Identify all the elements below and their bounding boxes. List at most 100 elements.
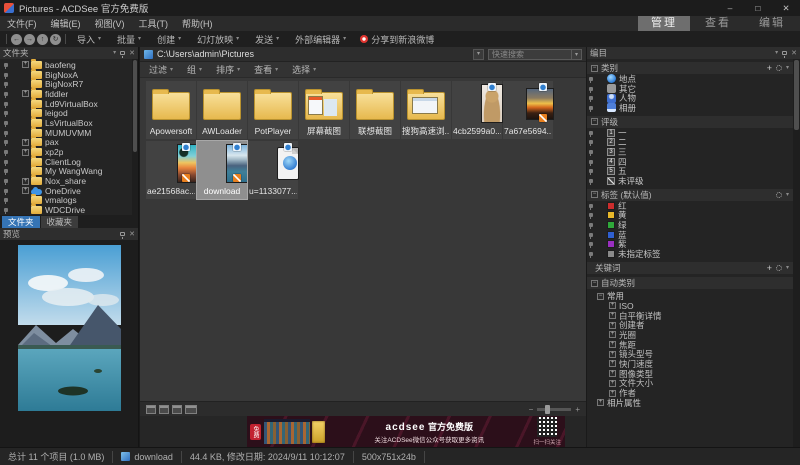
collapse-icon[interactable]: − <box>591 280 598 287</box>
auto-category-item[interactable]: + 快门速度 <box>587 359 793 369</box>
file-tile[interactable]: Apowersoft <box>146 81 196 139</box>
folder-tree-item[interactable]: + fiddler <box>0 89 138 99</box>
easy-select-pin-icon[interactable] <box>589 213 593 217</box>
photo-properties-item[interactable]: + 相片属性 <box>587 398 793 408</box>
folder-tree-item[interactable]: + MUMUVMM <box>0 128 138 138</box>
toolbar-menu-button[interactable]: 幻灯放映 ▾ <box>189 33 247 46</box>
easy-select-pin-icon[interactable] <box>589 223 593 227</box>
toolbar-menu-button[interactable]: 批量 ▾ <box>109 33 149 46</box>
file-tile[interactable]: AWLoader <box>197 81 247 139</box>
file-tile[interactable]: ae21568ac... <box>146 141 196 199</box>
filter-menu-button[interactable]: 排序 ▾ <box>216 63 240 76</box>
easy-select-pin-icon[interactable] <box>4 160 8 164</box>
menu-item[interactable]: 文件(F) <box>0 16 44 31</box>
add-keyword-icon[interactable]: + <box>767 264 772 273</box>
filter-menu-button[interactable]: 过滤 ▾ <box>149 63 173 76</box>
path-dropdown-icon[interactable]: ▾ <box>473 49 484 60</box>
easy-select-pin-icon[interactable] <box>4 189 8 193</box>
expand-icon[interactable]: + <box>609 331 616 338</box>
details-view-icon[interactable] <box>172 405 182 414</box>
close-icon[interactable]: ✕ <box>772 0 800 16</box>
toolbar-menu-button[interactable]: 创建 ▾ <box>149 33 189 46</box>
expand-icon[interactable]: + <box>22 90 29 97</box>
category-item[interactable]: 其它 <box>587 84 793 94</box>
filter-menu-button[interactable]: 查看 ▾ <box>254 63 278 76</box>
auto-hide-pin-icon[interactable] <box>782 51 787 55</box>
easy-select-pin-icon[interactable] <box>4 131 8 135</box>
file-tile[interactable]: u=1133077... <box>248 141 298 199</box>
menu-item[interactable]: 编辑(E) <box>44 16 88 31</box>
easy-select-pin-icon[interactable] <box>4 150 8 154</box>
easy-select-pin-icon[interactable] <box>589 77 593 81</box>
preview-toggle-icon[interactable] <box>185 405 197 414</box>
folder-tree-item[interactable]: + LsVirtualBox <box>0 118 138 128</box>
auto-hide-pin-icon[interactable] <box>120 232 125 236</box>
folder-tree-item[interactable]: + BigNoxA <box>0 70 138 80</box>
easy-select-pin-icon[interactable] <box>589 160 593 164</box>
scrollbar-thumb[interactable] <box>133 60 137 152</box>
file-tile[interactable]: 联想截图 <box>350 81 400 139</box>
expand-icon[interactable]: + <box>22 139 29 146</box>
folder-tree-item[interactable]: + WDCDrive <box>0 205 138 215</box>
folder-tree-item[interactable]: + ClientLog <box>0 157 138 167</box>
collapse-icon[interactable]: − <box>591 65 598 72</box>
easy-select-pin-icon[interactable] <box>4 73 8 77</box>
file-tile[interactable]: 搜狗高速浏... <box>401 81 451 139</box>
expand-icon[interactable]: + <box>609 380 616 387</box>
folder-tree-item[interactable]: + OneDrive <box>0 186 138 196</box>
keywords-section-header[interactable]: 关键词 + ▾ <box>587 262 793 274</box>
collapse-icon[interactable]: − <box>591 191 598 198</box>
dropdown-caret-icon[interactable]: ▾ <box>786 265 789 271</box>
expand-icon[interactable]: + <box>609 390 616 397</box>
expand-icon[interactable]: + <box>609 370 616 377</box>
easy-select-pin-icon[interactable] <box>589 233 593 237</box>
folder-tree-item[interactable]: + baofeng <box>0 60 138 70</box>
thumbnails-view-icon[interactable] <box>159 405 169 414</box>
panel-close-icon[interactable]: ✕ <box>129 49 135 57</box>
auto-category-item[interactable]: + 镜头型号 <box>587 349 793 359</box>
folder-tree-item[interactable]: + BigNoxR7 <box>0 79 138 89</box>
easy-select-pin-icon[interactable] <box>589 150 593 154</box>
easy-select-pin-icon[interactable] <box>589 169 593 173</box>
menu-item[interactable]: 帮助(H) <box>175 16 220 31</box>
auto-category-item[interactable]: + 图像类型 <box>587 369 793 379</box>
expand-icon[interactable]: + <box>22 61 29 68</box>
nav-button-icon[interactable]: ↑ <box>37 34 48 45</box>
panel-close-icon[interactable]: ✕ <box>791 49 797 57</box>
current-path[interactable]: C:\Users\admin\Pictures <box>157 49 254 59</box>
zoom-slider[interactable] <box>537 408 571 411</box>
nav-button-icon[interactable]: → <box>24 34 35 45</box>
quick-search-input[interactable] <box>489 50 571 59</box>
expand-icon[interactable]: + <box>609 302 616 309</box>
folder-tree-item[interactable]: + Nox_share <box>0 176 138 186</box>
menu-item[interactable]: 工具(T) <box>132 16 176 31</box>
category-item[interactable]: 地点 <box>587 74 793 84</box>
auto-category-item[interactable]: + 焦距 <box>587 340 793 350</box>
easy-select-pin-icon[interactable] <box>4 140 8 144</box>
file-tile[interactable]: PotPlayer <box>248 81 298 139</box>
auto-categories-section-header[interactable]: − 自动类别 <box>587 277 793 289</box>
dropdown-caret-icon[interactable]: ▾ <box>786 65 789 71</box>
expand-icon[interactable]: + <box>597 399 604 406</box>
auto-category-item[interactable]: + 创建者 <box>587 320 793 330</box>
folder-tree-item[interactable]: + pax <box>0 138 138 148</box>
auto-category-item[interactable]: + 白平衡详情 <box>587 311 793 321</box>
file-tile[interactable]: 4cb2599a0... <box>452 81 502 139</box>
panel-menu-caret-icon[interactable]: ▾ <box>113 50 116 56</box>
filter-menu-button[interactable]: 选择 ▾ <box>292 63 316 76</box>
expand-icon[interactable]: + <box>609 322 616 329</box>
auto-category-item[interactable]: + ISO <box>587 301 793 311</box>
mode-tab[interactable]: 查看 <box>692 16 744 31</box>
easy-select-pin-icon[interactable] <box>4 82 8 86</box>
expand-icon[interactable]: + <box>22 149 29 156</box>
folder-tree-item[interactable]: + vmalogs <box>0 196 138 206</box>
file-tile[interactable]: 7a67e5694... <box>503 81 553 139</box>
easy-select-pin-icon[interactable] <box>4 169 8 173</box>
panel-close-icon[interactable]: ✕ <box>129 230 135 238</box>
category-item[interactable]: 相册 <box>587 103 793 113</box>
catalog-scrollbar[interactable] <box>793 59 800 447</box>
menu-item[interactable]: 视图(V) <box>88 16 132 31</box>
promo-banner[interactable]: 免费 acdsee 官方免费版 关注ACDSee微信公众号获取更多资讯 扫一扫关… <box>247 416 565 447</box>
share-weibo-button[interactable]: 分享到新浪微博 <box>354 33 440 46</box>
left-pane-tab[interactable]: 文件夹 <box>2 216 40 228</box>
